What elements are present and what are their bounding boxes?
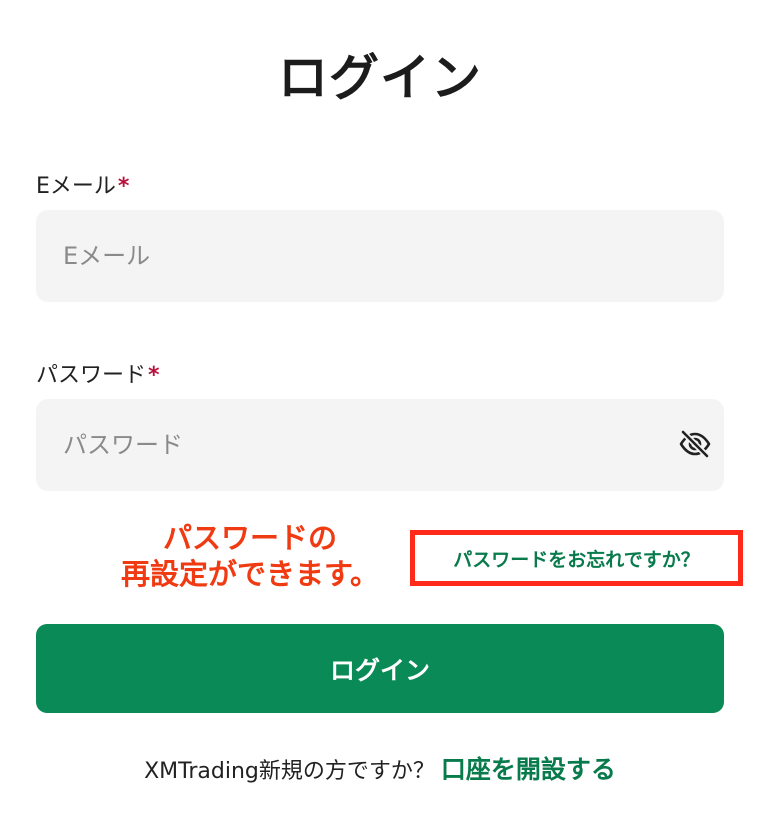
email-field[interactable]	[36, 210, 724, 302]
email-label: Eメール*	[36, 168, 129, 200]
reset-password-annotation: パスワードの 再設定ができます。	[100, 520, 400, 592]
password-required-mark: *	[148, 363, 160, 388]
password-label-text: パスワード	[36, 363, 147, 388]
forgot-password-link[interactable]: パスワードをお忘れですか？	[415, 535, 738, 581]
open-account-link[interactable]: 口座を開設する	[441, 755, 616, 784]
annotation-line-2: 再設定ができます。	[120, 557, 380, 591]
email-required-mark: *	[117, 174, 130, 199]
forgot-password-highlight: パスワードをお忘れですか？	[410, 530, 743, 586]
signup-prompt-text: XMTrading新規の方ですか？	[144, 759, 435, 784]
page-title: ログイン	[278, 49, 482, 107]
email-field-container	[36, 210, 724, 302]
password-field[interactable]	[36, 399, 724, 491]
eye-off-icon[interactable]	[678, 427, 712, 461]
signup-prompt: XMTrading新規の方ですか？ 口座を開設する	[0, 750, 760, 786]
annotation-line-1: パスワードの	[162, 521, 337, 555]
password-field-container	[36, 399, 724, 491]
login-button[interactable]: ログイン	[36, 624, 724, 713]
email-label-text: Eメール	[36, 174, 116, 199]
password-label: パスワード*	[36, 357, 160, 389]
